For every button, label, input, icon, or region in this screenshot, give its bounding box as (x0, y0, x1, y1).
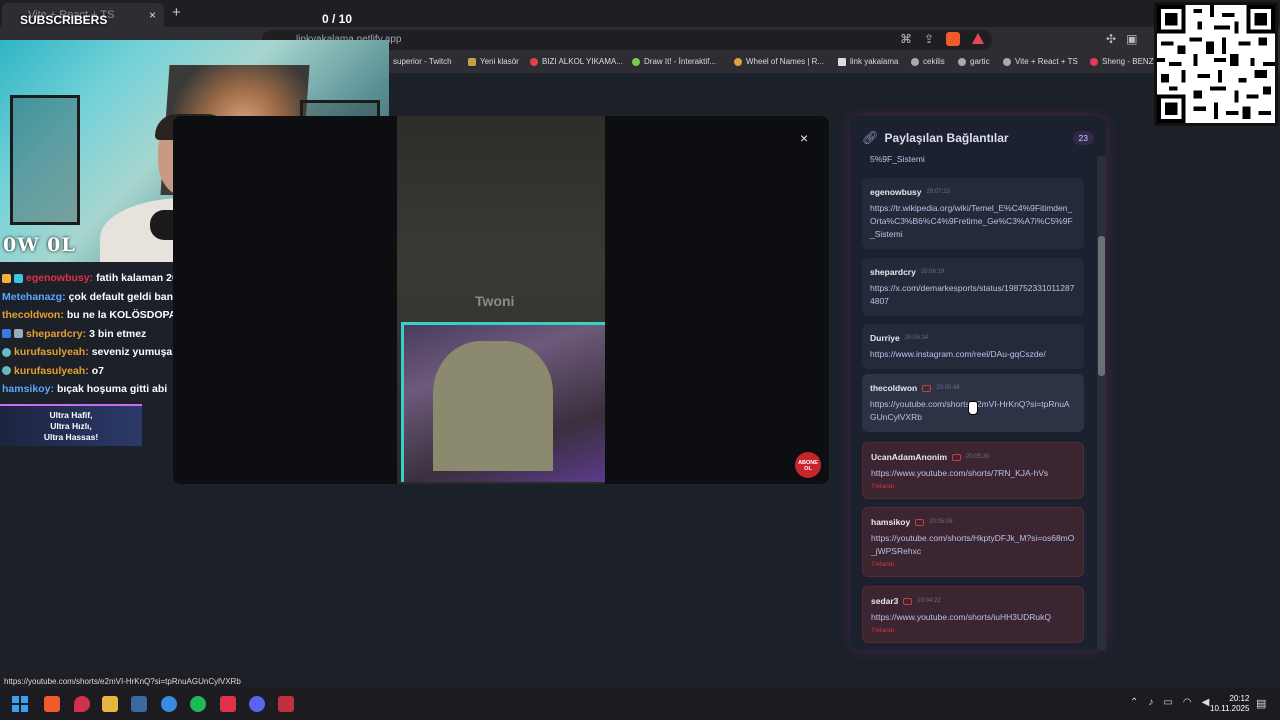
truncated-link[interactable]: 5%9F_Sistemi (870, 154, 925, 164)
subscribe-badge: ABONE OL (795, 452, 821, 478)
close-modal-button[interactable]: × (800, 130, 808, 146)
bookmark-item[interactable]: link yakalama (838, 57, 898, 66)
video-modal: Twoni (173, 116, 829, 484)
youtube-icon (915, 518, 925, 526)
translate-icon[interactable]: ⌘ (900, 32, 912, 46)
globe-icon (1003, 57, 1011, 66)
spotify-icon[interactable] (190, 696, 206, 712)
bookmark-item[interactable]: superior - Twitch (393, 57, 452, 66)
discord-icon[interactable] (249, 696, 265, 712)
bookmark-item[interactable]: Sheng - BENZ (1090, 57, 1154, 66)
gem-badge-icon (2, 366, 11, 376)
shared-links-panel: 🔗︎ Paylaşılan Bağlantılar 23 5%9F_Sistem… (850, 116, 1106, 650)
browser-tabstrip: Vite + React + TS × + 0 / 10 (0, 0, 1280, 27)
volume-icon[interactable]: ◀ (1202, 697, 1210, 708)
bookmark-favicon (734, 57, 742, 66)
chevron-up-icon[interactable]: ⌃ (1130, 697, 1138, 708)
brave-shield-icon[interactable] (946, 32, 961, 46)
extensions-icon[interactable]: ✣ (1106, 32, 1116, 46)
promo-banner: Ultra Hafif, Ultra Hızlı, Ultra Hassas! (0, 404, 142, 446)
app-icon[interactable] (220, 696, 236, 712)
link-card[interactable]: egenowbusy 20:07:23 https://tr.wikipedia.… (862, 178, 1084, 249)
bookmark-favicon (632, 57, 640, 66)
app-icon[interactable] (161, 696, 177, 712)
steam-icon[interactable] (131, 696, 147, 712)
clock[interactable]: 20:12 10.11.2025 (1210, 694, 1249, 714)
panel-header: 🔗︎ Paylaşılan Bağlantılar 23 (862, 128, 1094, 148)
bookmark-item[interactable]: Vite + React + TS (1003, 57, 1078, 66)
mic-icon[interactable]: ♪ (1148, 697, 1153, 708)
share-icon[interactable]: ⇪ (924, 32, 934, 46)
bookmark-favicon (530, 57, 538, 66)
overlay-counter: 0 / 10 (322, 12, 353, 26)
link-card[interactable]: sedar3 20:04:22 https://www.youtube.com/s… (862, 586, 1084, 643)
youtube-icon (922, 384, 932, 392)
folder-icon (468, 57, 476, 66)
link-card[interactable]: shepardcry 20:06:19 https://x.com/demarke… (862, 258, 1084, 316)
panel-title: Paylaşılan Bağlantılar (884, 131, 1009, 145)
link-url[interactable]: https://tr.wikipedia.org/wiki/Temel_E%C4… (870, 202, 1076, 241)
folder-icon[interactable] (102, 696, 118, 712)
brave-icon[interactable] (44, 696, 60, 712)
toolbar-right: ✣ ▣ (1106, 32, 1137, 46)
link-card[interactable]: Durriye 20:06:14 https://www.instagram.co… (862, 324, 1084, 369)
taskbar: ⌃ ♪ ▭ ◠ ◀ 20:12 10.11.2025 ▤ (0, 688, 1280, 720)
bookmark-item[interactable]: cekilis (911, 57, 945, 66)
toolbar-icons: ⌘ ⇪ (900, 32, 985, 46)
link-icon (838, 57, 846, 66)
qr-code-image (1157, 5, 1275, 123)
clicked-label: Tıklandı (871, 561, 895, 568)
wifi-icon[interactable]: ◠ (1183, 697, 1192, 708)
bookmark-item[interactable]: Wheel of Names | R... (734, 57, 824, 66)
globe-icon (911, 57, 919, 66)
new-tab-icon[interactable]: + (172, 4, 181, 21)
bookmark-item[interactable]: Draw It! - İnteraktif... (632, 57, 716, 66)
tab-close-icon[interactable]: × (149, 8, 156, 22)
qr-code (1154, 2, 1278, 126)
sidebar-icon[interactable]: ▣ (1126, 32, 1137, 46)
brave-rewards-icon[interactable] (972, 33, 985, 44)
panel-scrollbar[interactable] (1097, 156, 1106, 650)
maps-icon[interactable] (74, 696, 90, 712)
notification-icon[interactable]: ▤ (1256, 697, 1266, 710)
status-url: https://youtube.com/shorts/e2mVI-HrKnQ?s… (0, 675, 245, 688)
windows-start-icon[interactable] (12, 696, 28, 712)
subscribers-label: SUBSCRIBERS (20, 13, 108, 27)
sub-badge-icon (14, 273, 23, 283)
mouse-cursor-icon (968, 401, 978, 415)
link-url[interactable]: https://x.com/demarkesports/status/19875… (870, 282, 1076, 308)
bookmark-item[interactable]: gartic (958, 57, 990, 66)
system-tray: ⌃ ♪ ▭ ◠ ◀ (1130, 697, 1209, 708)
stream-logo: 0W 0L (3, 234, 76, 256)
globe-icon (958, 57, 966, 66)
link-url[interactable]: https://www.instagram.com/reel/DAu-gqCsz… (870, 348, 1076, 361)
gem-badge-icon (2, 347, 11, 357)
sub-badge-icon (2, 329, 11, 339)
link-card[interactable]: UcanAdamAnonim 20:05:30 https://www.youtu… (862, 442, 1084, 499)
link-card[interactable]: hamsikoy 20:05:06 https://youtube.com/sho… (862, 507, 1084, 577)
video-watermark: Twoni (475, 293, 515, 309)
sub-badge-icon (2, 273, 11, 283)
link-url[interactable]: https://www.youtube.com/shorts/iuHH3UDRu… (871, 611, 1075, 624)
clicked-label: Tıklandı (871, 627, 895, 634)
video-person (433, 341, 553, 471)
webcam-shelf (10, 95, 80, 225)
youtube-icon (952, 453, 962, 461)
sub-badge-icon (14, 329, 23, 339)
clicked-label: Tıklandı (871, 483, 895, 490)
bookmark-item[interactable]: Yeni klasör (468, 57, 519, 66)
app-icon[interactable] (278, 696, 294, 712)
bookmark-item[interactable]: BIZI ALKOL YIKAMA... (530, 57, 623, 66)
bookmark-favicon (1090, 57, 1098, 66)
link-url[interactable]: https://youtube.com/shorts/HkptyDFJk_M?s… (871, 532, 1075, 558)
link-url[interactable]: https://www.youtube.com/shorts/7RN_KJA-h… (871, 467, 1075, 480)
network-icon[interactable]: ▭ (1163, 697, 1172, 708)
scroll-thumb[interactable] (1098, 236, 1105, 376)
youtube-icon (903, 597, 913, 605)
link-icon: 🔗︎ (862, 130, 879, 145)
link-count-badge: 23 (1072, 131, 1094, 145)
